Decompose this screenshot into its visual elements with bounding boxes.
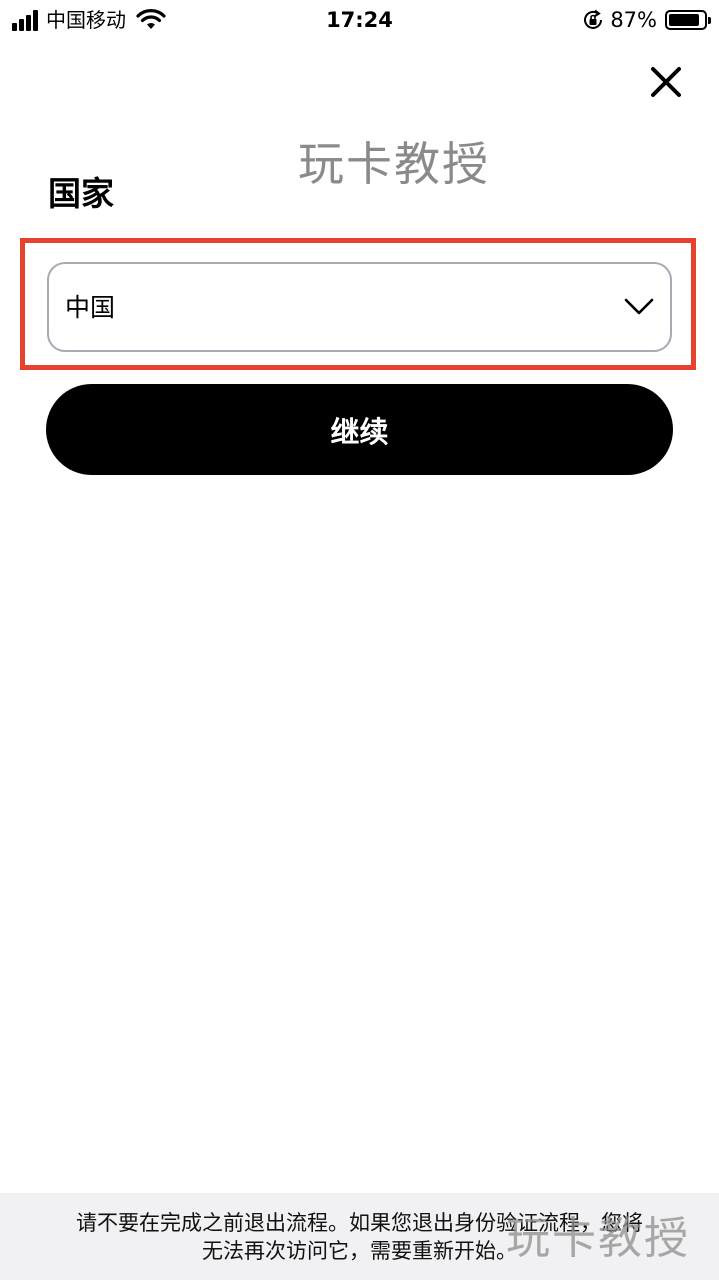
status-right: 87% bbox=[582, 8, 711, 32]
watermark-top: 玩卡教授 bbox=[298, 137, 490, 191]
orientation-lock-icon bbox=[584, 9, 603, 29]
continue-button[interactable]: 继续 bbox=[46, 384, 673, 475]
country-label: 国家 bbox=[48, 174, 114, 213]
battery-fill bbox=[669, 14, 699, 26]
battery-icon bbox=[665, 10, 711, 30]
close-icon[interactable] bbox=[646, 62, 686, 102]
country-select[interactable]: 中国 bbox=[47, 262, 672, 352]
status-bar: 中国移动 17:24 87% bbox=[0, 0, 719, 40]
battery-tip bbox=[708, 17, 711, 24]
battery-percent: 87% bbox=[610, 8, 657, 32]
chevron-down-icon bbox=[624, 298, 654, 315]
watermark-bottom: 玩卡教授 bbox=[506, 1213, 690, 1264]
country-select-value: 中国 bbox=[65, 293, 116, 322]
